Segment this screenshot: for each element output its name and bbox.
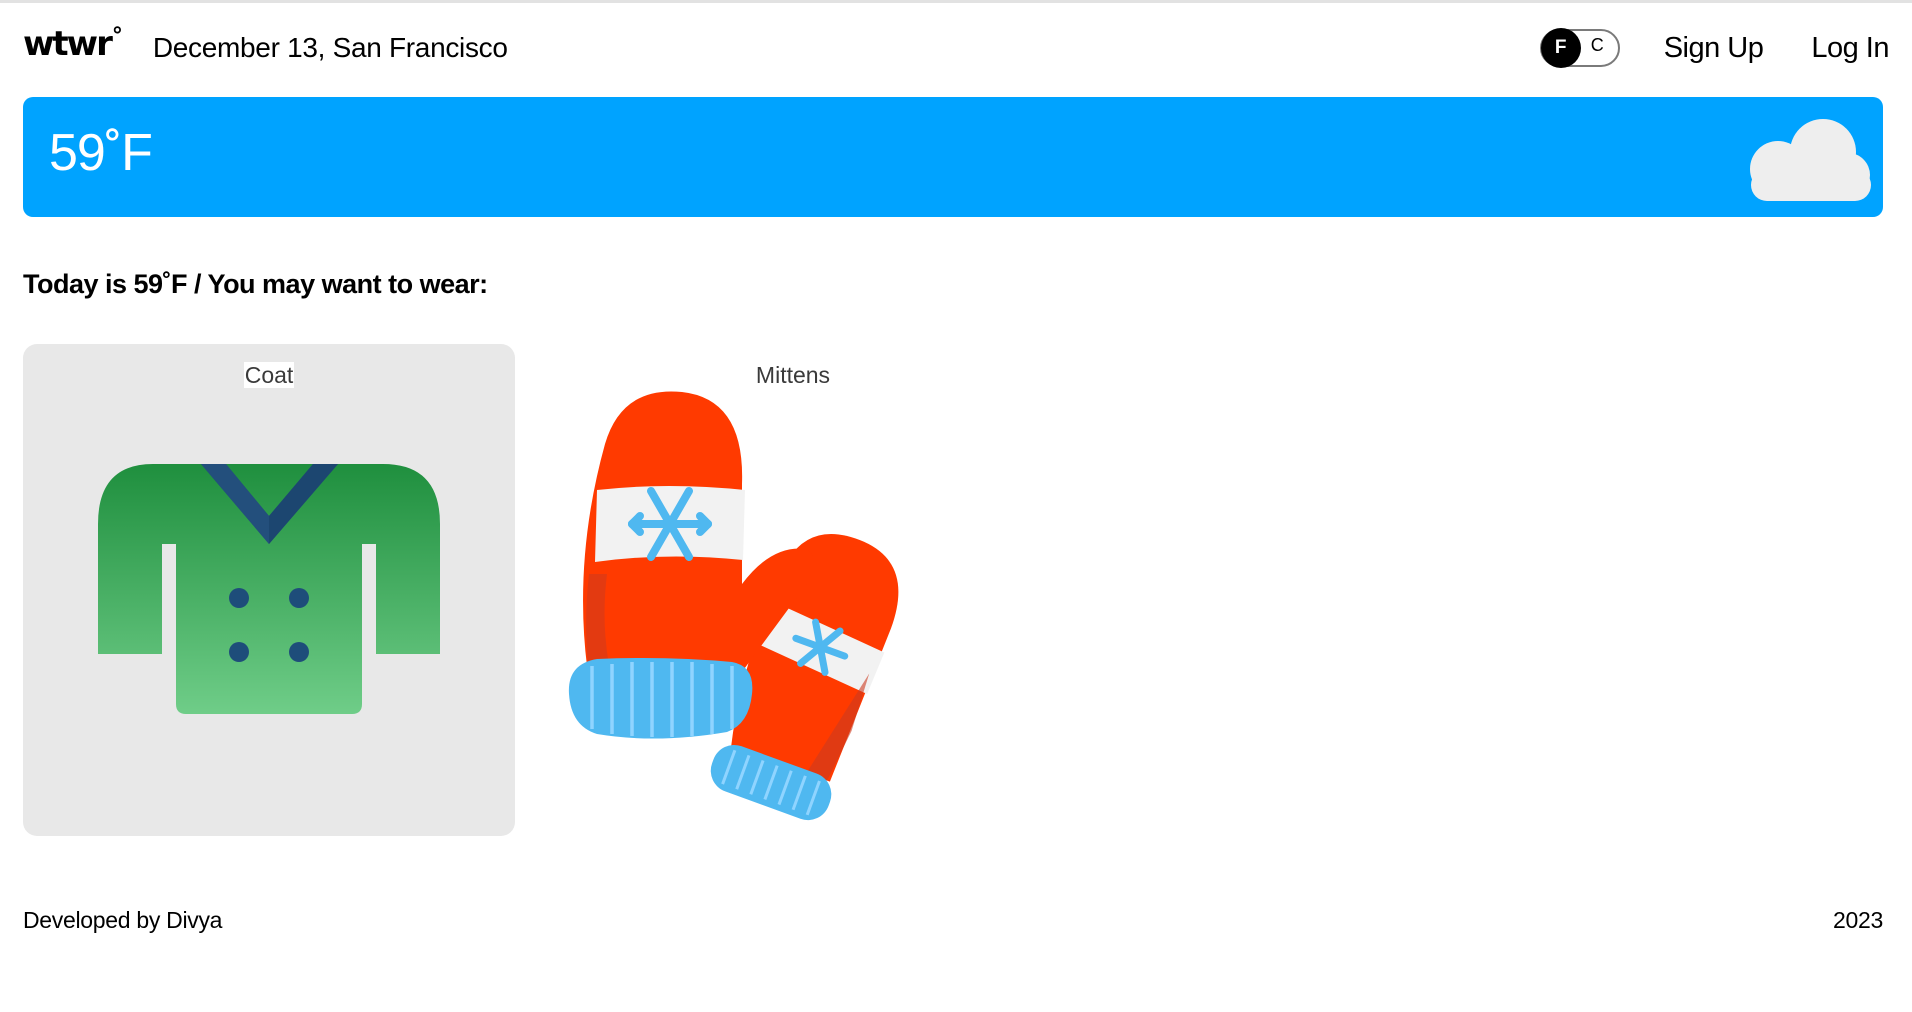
footer: Developed by Divya 2023: [23, 907, 1883, 934]
item-card-mittens[interactable]: Mittens: [547, 344, 1039, 836]
header: wtwr° December 13, San Francisco F C Sig…: [23, 17, 1889, 79]
wear-recommendation-heading: Today is 59˚F / You may want to wear:: [23, 269, 488, 300]
page: wtwr° December 13, San Francisco F C Sig…: [0, 0, 1912, 1012]
temperature-unit-toggle[interactable]: F C: [1539, 28, 1620, 68]
sign-up-button[interactable]: Sign Up: [1664, 32, 1764, 65]
logo[interactable]: wtwr°: [23, 24, 123, 64]
coat-icon: [98, 464, 440, 714]
toggle-unit-fahrenheit[interactable]: F: [1540, 28, 1581, 68]
mittens-icon: [568, 391, 899, 821]
banner-temperature: 59˚F: [49, 124, 153, 182]
logo-text: wtwr: [23, 24, 113, 64]
weather-banner: 59˚F: [23, 97, 1883, 217]
item-card-label: Coat: [23, 362, 515, 389]
developer-credit: Developed by Divya: [23, 907, 223, 933]
toggle-unit-celsius[interactable]: C: [1591, 35, 1604, 56]
date-location: December 13, San Francisco: [152, 32, 508, 63]
cloud-icon: [1750, 119, 1871, 201]
logo-degree: °: [111, 24, 123, 49]
log-in-button[interactable]: Log In: [1811, 32, 1889, 65]
coat-label: Coat: [243, 362, 295, 388]
item-card-coat[interactable]: Coat: [23, 344, 515, 836]
footer-year: 2023: [1833, 907, 1883, 933]
